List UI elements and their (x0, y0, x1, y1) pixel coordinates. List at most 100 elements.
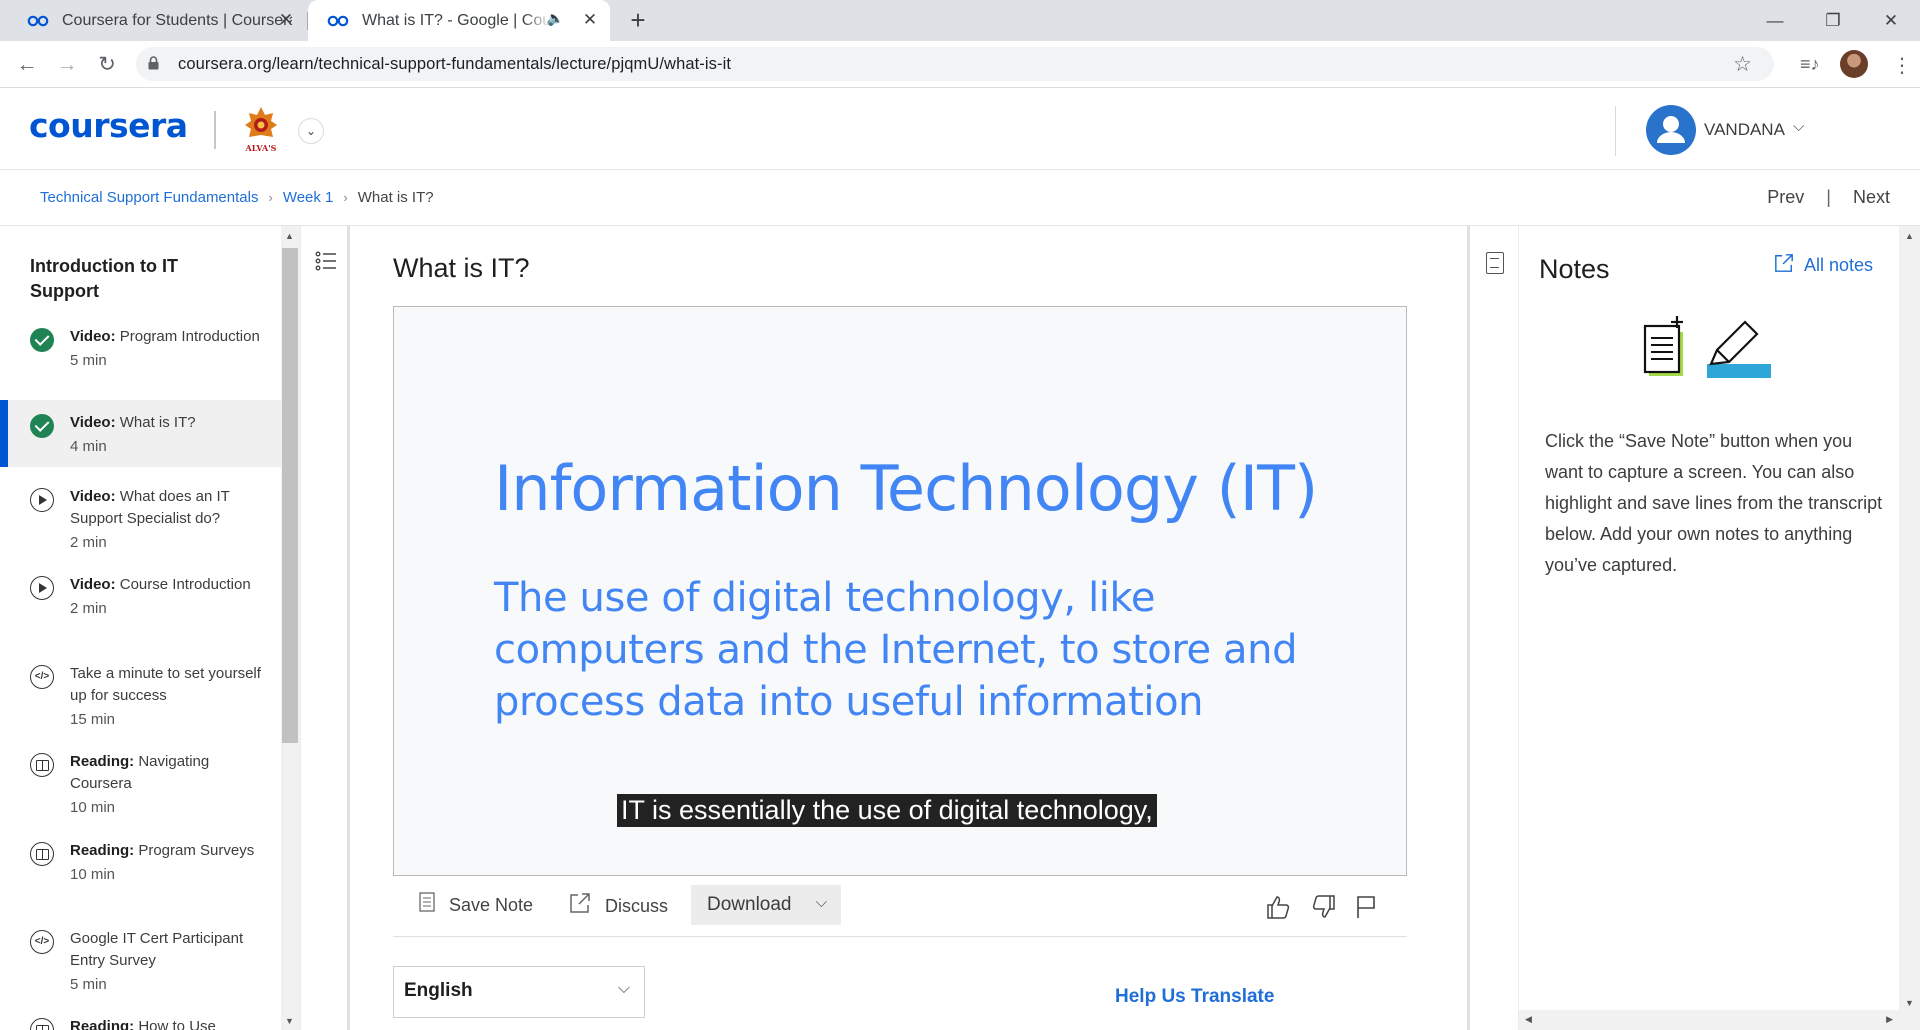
minimize-icon[interactable]: — (1746, 0, 1804, 41)
all-notes-link[interactable]: All notes (1774, 253, 1873, 278)
video-actions-bar: Save Note Discuss Download ⌵ (393, 880, 1407, 937)
notes-scrollbar[interactable]: ▲ ▼ (1899, 226, 1920, 1030)
outline-item[interactable]: Reading: How to Use (0, 1006, 282, 1030)
sidebar-scrollbar[interactable]: ▲ ▼ (281, 226, 300, 1030)
external-link-icon (569, 892, 591, 920)
coursera-favicon-icon (326, 14, 350, 28)
browser-menu-icon[interactable]: ⋮ (1892, 53, 1912, 78)
note-icon (419, 892, 435, 918)
breadcrumb-course-link[interactable]: Technical Support Fundamentals (40, 189, 258, 206)
download-label: Download (707, 894, 792, 915)
notes-description: Click the “Save Note” button when you wa… (1545, 431, 1883, 575)
discuss-button[interactable]: Discuss (569, 892, 668, 920)
notes-icon[interactable] (1486, 252, 1504, 274)
user-avatar-icon[interactable] (1646, 105, 1696, 155)
new-tab-button[interactable]: + (623, 5, 653, 35)
scrollbar-thumb[interactable] (282, 248, 298, 743)
slide-body: The use of digital technology, like comp… (494, 575, 1298, 725)
header-divider (1615, 106, 1616, 156)
book-circle-icon (30, 1018, 54, 1030)
reload-icon[interactable]: ↻ (92, 50, 122, 80)
outline-item[interactable]: Video: Course Introduction 2 min (0, 564, 282, 636)
transcript-language-select[interactable]: English ⌵ (393, 966, 645, 1018)
language-value: English (404, 980, 473, 1001)
download-dropdown[interactable]: Download ⌵ (691, 885, 841, 925)
save-note-button[interactable]: Save Note (419, 892, 533, 918)
chevron-down-icon: ⌵ (815, 894, 827, 911)
browser-toolbar: ← → ↻ coursera.org/learn/technical-suppo… (0, 41, 1920, 88)
breadcrumb-bar: Technical Support Fundamentals › Week 1 … (0, 171, 1920, 226)
partner-switcher-chevron-icon[interactable]: ⌄ (298, 118, 324, 144)
speaker-icon[interactable]: 🔈 (547, 10, 564, 27)
external-link-icon (1774, 253, 1794, 278)
scroll-right-arrow-icon[interactable]: ▶ (1886, 1014, 1893, 1025)
browser-tab-bar: Coursera for Students | Coursera ✕ What … (0, 0, 1920, 41)
outline-item[interactable]: Reading: Program Surveys 10 min (0, 830, 282, 902)
book-circle-icon (30, 753, 54, 777)
partner-logo[interactable]: ALVA'S (241, 105, 281, 155)
help-us-translate-link[interactable]: Help Us Translate (1115, 986, 1274, 1008)
media-control-icon[interactable]: ≡♪ (1800, 54, 1820, 75)
lock-icon[interactable] (148, 55, 168, 73)
course-outline-sidebar: Introduction to IT Support Video: Progra… (0, 226, 282, 1030)
outline-item[interactable]: Video: What does an IT Support Specialis… (0, 476, 282, 551)
forward-arrow-icon[interactable]: → (52, 50, 82, 80)
user-name[interactable]: VANDANA (1704, 120, 1785, 140)
pager-divider: | (1826, 187, 1831, 207)
check-circle-icon (30, 328, 54, 352)
scroll-down-arrow-icon[interactable]: ▼ (1905, 998, 1914, 1008)
coursera-favicon-icon (26, 14, 50, 28)
restore-icon[interactable]: ❐ (1804, 0, 1862, 41)
list-icon[interactable] (315, 250, 337, 272)
book-circle-icon (30, 842, 54, 866)
outline-item[interactable]: Video: Program Introduction 5 min (0, 318, 282, 386)
lesson-pager: Prev | Next (1767, 187, 1890, 208)
notes-horizontal-scrollbar[interactable]: ◀ ▶ (1519, 1010, 1899, 1030)
video-player[interactable]: Information Technology (IT) The use of d… (393, 306, 1407, 876)
outline-item[interactable]: </> Take a minute to set yourself up for… (0, 653, 282, 728)
logo-divider (214, 111, 216, 149)
coursera-logo[interactable]: coursera (29, 106, 188, 145)
module-title: Introduction to IT Support (30, 256, 178, 301)
scroll-left-arrow-icon[interactable]: ◀ (1525, 1014, 1532, 1025)
chevron-right-icon: › (268, 190, 273, 205)
outline-item[interactable]: Reading: Navigating Coursera 10 min (0, 741, 282, 816)
scroll-down-arrow-icon[interactable]: ▼ (285, 1016, 294, 1026)
video-caption: IT is essentially the use of digital tec… (617, 794, 1157, 827)
scroll-up-arrow-icon[interactable]: ▲ (285, 231, 294, 241)
next-button[interactable]: Next (1853, 187, 1890, 208)
breadcrumb-week-link[interactable]: Week 1 (283, 189, 334, 206)
site-header: coursera ALVA'S ⌄ VANDANA ⌵ (0, 88, 1920, 170)
scroll-up-arrow-icon[interactable]: ▲ (1905, 231, 1914, 241)
thumbs-up-icon[interactable] (1265, 894, 1291, 926)
close-window-icon[interactable]: ✕ (1862, 0, 1920, 41)
browser-tab-what-is-it[interactable]: What is IT? - Google | Coursera 🔈 ✕ (308, 0, 610, 41)
flag-icon[interactable] (1355, 894, 1377, 926)
outline-item[interactable]: </> Google IT Cert Participant Entry Sur… (0, 918, 282, 993)
bookmark-star-icon[interactable]: ☆ (1733, 52, 1752, 77)
discuss-label: Discuss (605, 895, 669, 916)
tab-title: Coursera for Students | Coursera (62, 11, 292, 29)
close-tab-icon[interactable]: ✕ (580, 10, 600, 30)
save-note-label: Save Note (449, 894, 534, 915)
chevron-down-icon: ⌵ (617, 980, 630, 997)
notes-title: Notes (1539, 254, 1610, 284)
address-bar[interactable]: coursera.org/learn/technical-support-fun… (136, 47, 1774, 81)
url-text: coursera.org/learn/technical-support-fun… (178, 54, 732, 73)
browser-profile-avatar[interactable] (1840, 50, 1868, 78)
breadcrumb-current: What is IT? (357, 189, 434, 206)
check-circle-icon (30, 414, 54, 438)
prev-button[interactable]: Prev (1767, 187, 1804, 208)
play-circle-icon (30, 576, 54, 600)
close-tab-icon[interactable]: ✕ (276, 10, 296, 30)
user-menu-chevron-icon[interactable]: ⌵ (1793, 118, 1804, 135)
outline-toggle-rail (300, 226, 350, 1030)
code-circle-icon: </> (30, 665, 54, 689)
thumbs-down-icon[interactable] (1311, 894, 1337, 926)
back-arrow-icon[interactable]: ← (12, 50, 42, 80)
outline-item-active[interactable]: Video: What is IT? 4 min (0, 400, 282, 467)
notes-toggle-rail (1467, 226, 1519, 1030)
browser-tab-coursera-students[interactable]: Coursera for Students | Coursera ✕ (0, 0, 306, 41)
all-notes-label: All notes (1804, 255, 1874, 275)
svg-text:ALVA'S: ALVA'S (245, 143, 277, 153)
